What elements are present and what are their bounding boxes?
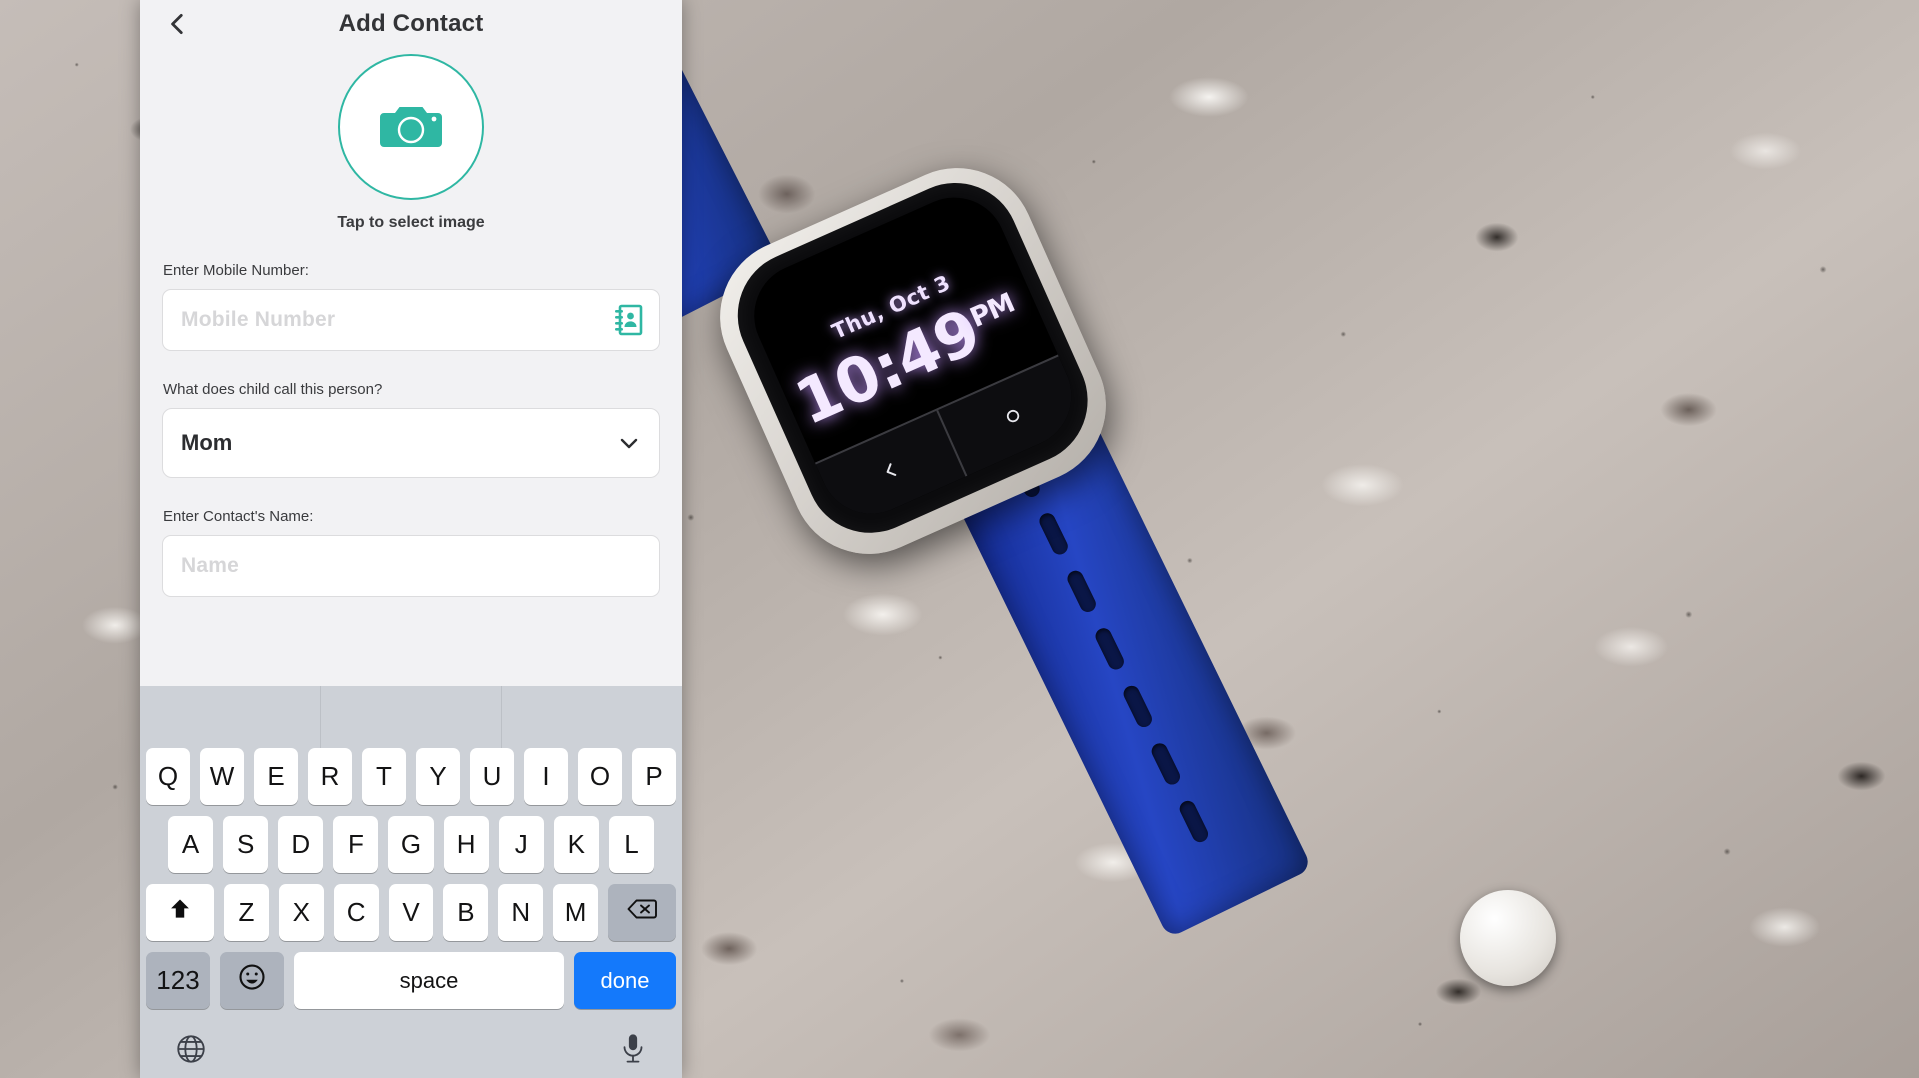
key-o[interactable]: O xyxy=(578,748,622,805)
key-e[interactable]: E xyxy=(254,748,298,805)
key-y[interactable]: Y xyxy=(416,748,460,805)
prediction-slot-1[interactable] xyxy=(140,686,320,748)
watch-strap-button xyxy=(1460,890,1556,986)
back-button[interactable] xyxy=(158,4,198,44)
key-z[interactable]: Z xyxy=(224,884,269,941)
key-m[interactable]: M xyxy=(553,884,599,941)
shift-key[interactable] xyxy=(146,884,214,941)
key-b[interactable]: B xyxy=(443,884,489,941)
done-key[interactable]: done xyxy=(574,952,676,1009)
relation-value: Mom xyxy=(181,430,233,455)
key-k[interactable]: K xyxy=(553,816,599,873)
relation-select[interactable]: Mom xyxy=(162,408,660,478)
navbar: Add Contact xyxy=(140,0,682,48)
keyboard-bottom-bar xyxy=(140,1020,682,1078)
microphone-icon[interactable] xyxy=(618,1032,648,1066)
backspace-icon xyxy=(626,897,658,928)
screen: Thu, Oct 3 10:49PM Add Contact Tap to se… xyxy=(0,0,1919,1078)
contact-name-field[interactable]: Name xyxy=(162,535,660,597)
chevron-left-icon xyxy=(165,9,191,39)
relation-label: What does child call this person? xyxy=(163,381,383,398)
keyboard-row-2: A S D F G H J K L xyxy=(140,816,682,873)
numbers-key[interactable]: 123 xyxy=(146,952,210,1009)
emoji-key[interactable] xyxy=(220,952,284,1009)
contact-name-label: Enter Contact's Name: xyxy=(163,508,314,525)
key-r[interactable]: R xyxy=(308,748,352,805)
space-key[interactable]: space xyxy=(294,952,564,1009)
key-f[interactable]: F xyxy=(333,816,379,873)
globe-icon[interactable] xyxy=(174,1032,208,1066)
avatar-caption: Tap to select image xyxy=(337,214,485,231)
contacts-book-icon[interactable] xyxy=(613,304,643,336)
key-q[interactable]: Q xyxy=(146,748,190,805)
keyboard-row-4: 123 space done xyxy=(140,952,682,1009)
key-v[interactable]: V xyxy=(388,884,434,941)
mobile-number-field[interactable]: Mobile Number xyxy=(162,289,660,351)
camera-icon xyxy=(380,99,442,156)
contact-form: Enter Mobile Number: Mobile Number What xyxy=(140,262,682,597)
prediction-slot-2[interactable] xyxy=(320,686,501,748)
key-w[interactable]: W xyxy=(200,748,244,805)
app-panel: Add Contact Tap to select image Enter Mo… xyxy=(140,0,682,1078)
emoji-smiley-icon xyxy=(237,962,267,999)
keyboard-row-1: Q W E R T Y U I O P xyxy=(140,748,682,805)
key-g[interactable]: G xyxy=(388,816,434,873)
key-x[interactable]: X xyxy=(278,884,324,941)
page-title: Add Contact xyxy=(338,10,484,37)
key-i[interactable]: I xyxy=(524,748,568,805)
backspace-key[interactable] xyxy=(608,884,677,941)
key-d[interactable]: D xyxy=(278,816,324,873)
contact-name-placeholder: Name xyxy=(181,554,239,577)
key-u[interactable]: U xyxy=(470,748,514,805)
key-a[interactable]: A xyxy=(168,816,214,873)
keyboard-row-3: Z X C V B N M xyxy=(140,884,682,941)
key-n[interactable]: N xyxy=(498,884,544,941)
prediction-slot-3[interactable] xyxy=(501,686,682,748)
key-p[interactable]: P xyxy=(632,748,676,805)
key-l[interactable]: L xyxy=(608,816,654,873)
chevron-down-icon xyxy=(617,431,641,455)
key-t[interactable]: T xyxy=(362,748,406,805)
shift-arrow-icon xyxy=(167,896,193,929)
key-c[interactable]: C xyxy=(333,884,379,941)
predictive-text-bar xyxy=(140,686,682,748)
key-j[interactable]: J xyxy=(498,816,544,873)
key-s[interactable]: S xyxy=(223,816,269,873)
key-h[interactable]: H xyxy=(443,816,489,873)
mobile-number-label: Enter Mobile Number: xyxy=(163,262,309,279)
avatar-section: Tap to select image xyxy=(140,54,682,232)
onscreen-keyboard: Q W E R T Y U I O P A S D F G H J K L Z … xyxy=(140,686,682,1078)
avatar-picker[interactable] xyxy=(338,54,484,200)
mobile-number-placeholder: Mobile Number xyxy=(181,308,336,331)
